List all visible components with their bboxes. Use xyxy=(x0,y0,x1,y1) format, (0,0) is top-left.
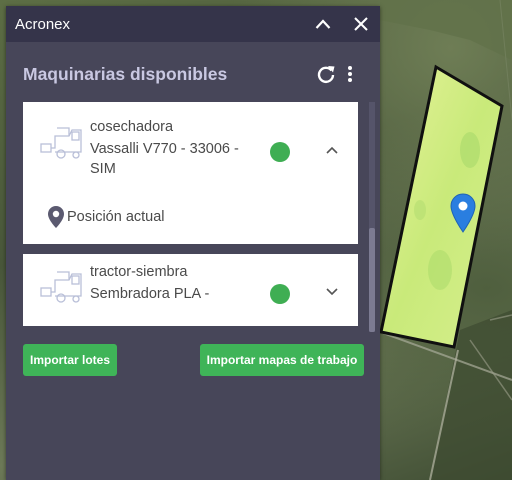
chevron-up-icon xyxy=(315,19,331,29)
status-indicator xyxy=(270,284,290,304)
machinery-panel: Acronex Maquinarias disponibles cosechad… xyxy=(6,6,380,480)
more-vert-icon xyxy=(348,66,352,82)
close-icon xyxy=(354,17,368,31)
collapse-card-button[interactable] xyxy=(322,140,342,160)
close-button[interactable] xyxy=(342,6,380,42)
map-marker-icon[interactable] xyxy=(450,193,476,233)
import-work-maps-button[interactable]: Importar mapas de trabajo xyxy=(200,344,364,376)
status-indicator xyxy=(270,142,290,162)
scrollbar-thumb[interactable] xyxy=(369,228,375,332)
section-header: Maquinarias disponibles xyxy=(23,62,362,86)
chevron-down-icon xyxy=(326,288,338,296)
expand-card-button[interactable] xyxy=(322,282,342,302)
current-position-link[interactable]: Posición actual xyxy=(47,205,165,229)
refresh-button[interactable] xyxy=(314,62,338,86)
window-titlebar: Acronex xyxy=(6,6,380,42)
machine-card[interactable]: cosechadora Vassalli V770 - 33006 - SIM … xyxy=(23,102,358,244)
machine-type: tractor-siembra xyxy=(90,264,188,280)
field-polygon xyxy=(379,64,504,349)
machine-name: Sembradora PLA - xyxy=(90,286,210,302)
machine-type: cosechadora xyxy=(90,119,174,135)
current-position-label: Posición actual xyxy=(67,209,165,225)
harvester-icon xyxy=(40,127,82,159)
harvester-icon xyxy=(40,271,82,303)
more-options-button[interactable] xyxy=(338,62,362,86)
list-scrollbar[interactable] xyxy=(369,102,375,332)
import-lots-button[interactable]: Importar lotes xyxy=(23,344,117,376)
chevron-up-icon xyxy=(326,146,338,154)
window-title: Acronex xyxy=(15,15,71,33)
machine-name: Vassalli V770 - 33006 - SIM xyxy=(90,141,239,177)
collapse-button[interactable] xyxy=(304,6,342,42)
location-pin-icon xyxy=(48,206,64,228)
refresh-icon xyxy=(317,66,335,84)
machine-card[interactable]: tractor-siembra Sembradora PLA - xyxy=(23,254,358,326)
section-title: Maquinarias disponibles xyxy=(23,63,228,84)
machine-list: cosechadora Vassalli V770 - 33006 - SIM … xyxy=(23,102,358,326)
